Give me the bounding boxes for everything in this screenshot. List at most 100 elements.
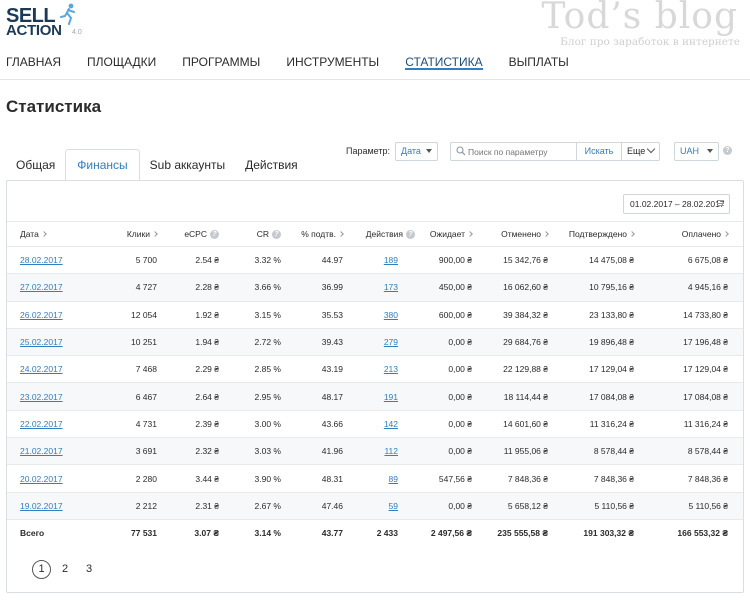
cell-confirmed: 17 084,08 ₴: [589, 391, 634, 402]
page-1-button[interactable]: 1: [32, 559, 51, 579]
date-link[interactable]: 26.02.2017: [20, 310, 63, 320]
actions-link[interactable]: 142: [384, 419, 398, 429]
actions-link[interactable]: 59: [389, 501, 398, 511]
date-link[interactable]: 21.02.2017: [20, 446, 63, 456]
actions-link[interactable]: 213: [384, 364, 398, 374]
help-icon[interactable]: ?: [406, 229, 415, 239]
cell-paid: 17 196,48 ₴: [683, 337, 728, 348]
search-input[interactable]: [468, 144, 573, 159]
col-header-confirm-pct[interactable]: % подтв.: [301, 222, 344, 246]
cell-paid: 5 110,56 ₴: [688, 500, 728, 511]
watermark-subtitle: Блог про заработок в интернете: [560, 36, 740, 48]
tab-general[interactable]: Общая: [6, 150, 65, 181]
date-link[interactable]: 23.02.2017: [20, 392, 63, 402]
sort-arrow-icon: [152, 231, 158, 237]
logo-line-2: ACTION: [6, 22, 62, 39]
cell-ecpc: 2.54 ₴: [195, 255, 219, 266]
cell-actions: 112: [384, 438, 398, 464]
actions-link[interactable]: 189: [384, 255, 398, 265]
help-icon[interactable]: ?: [272, 229, 281, 239]
cell-confirm-pct: 35.53: [321, 309, 343, 320]
cell-actions: 189: [384, 247, 398, 273]
main-nav: ГЛАВНАЯ ПЛОЩАДКИ ПРОГРАММЫ ИНСТРУМЕНТЫ С…: [6, 54, 595, 70]
cell-clicks: 7 468: [135, 364, 157, 375]
actions-link[interactable]: 173: [384, 282, 398, 292]
help-icon[interactable]: ?: [723, 146, 732, 155]
help-icon[interactable]: ?: [210, 229, 219, 239]
nav-item-programs[interactable]: ПРОГРАММЫ: [182, 54, 260, 70]
actions-link[interactable]: 380: [384, 310, 398, 320]
cell-actions: 191: [384, 383, 398, 409]
cell-cr: 2.85 %: [254, 364, 281, 375]
page-2-button[interactable]: 2: [55, 559, 75, 579]
col-header-ecpc[interactable]: eCPC?: [184, 222, 219, 246]
cell-canceled: 29 684,76 ₴: [503, 337, 548, 348]
col-header-actions[interactable]: Действия?: [366, 222, 415, 246]
col-header-cr[interactable]: CR?: [257, 222, 281, 246]
finance-panel: 01.02.2017 – 28.02.2017 Дата Клики eCPC?…: [6, 180, 744, 593]
cell-pending: 0,00 ₴: [448, 446, 472, 457]
col-header-pending[interactable]: Ожидает: [430, 222, 473, 246]
search-button[interactable]: Искать: [576, 142, 621, 161]
watermark-title: Tod’s blog: [541, 0, 738, 37]
cell-paid: 166 553,32 ₴: [677, 528, 728, 539]
col-header-date[interactable]: Дата: [20, 222, 47, 246]
cell-confirm-pct: 43.77: [321, 528, 343, 539]
nav-item-tools[interactable]: ИНСТРУМЕНТЫ: [286, 54, 379, 70]
table-row: 26.02.2017 12 054 1.92 ₴ 3.15 % 35.53 380 600,…: [7, 300, 743, 328]
table-row: 23.02.2017 6 467 2.64 ₴ 2.95 % 48.17 191 0,00 …: [7, 382, 743, 410]
date-link[interactable]: 27.02.2017: [20, 282, 63, 292]
cell-pending: 547,56 ₴: [438, 473, 472, 484]
col-header-canceled[interactable]: Отменено: [501, 222, 549, 246]
cell-date: 21.02.2017: [20, 438, 63, 464]
running-figure-icon: [60, 3, 75, 25]
cell-date: 28.02.2017: [20, 247, 63, 273]
date-link[interactable]: 19.02.2017: [20, 501, 63, 511]
calendar-icon: [717, 200, 724, 206]
date-range-picker[interactable]: 01.02.2017 – 28.02.2017: [623, 194, 730, 214]
nav-item-payouts[interactable]: ВЫПЛАТЫ: [509, 54, 569, 70]
actions-link[interactable]: 112: [384, 446, 398, 456]
table-row: 20.02.2017 2 280 3.44 ₴ 3.90 % 48.31 89 547,56…: [7, 464, 743, 491]
actions-link[interactable]: 279: [384, 337, 398, 347]
cell-clicks: 4 731: [135, 418, 157, 429]
date-link[interactable]: 22.02.2017: [20, 419, 63, 429]
date-link[interactable]: 20.02.2017: [20, 474, 63, 484]
cell-clicks: 6 467: [135, 391, 157, 402]
col-header-clicks[interactable]: Клики: [127, 222, 158, 246]
currency-select[interactable]: UAH: [674, 142, 719, 161]
cell-canceled: 7 848,36 ₴: [507, 473, 548, 484]
top-header: SELL ACTION 4.0 Tod’s blog Блог про зара…: [0, 0, 750, 80]
cell-paid: 4 945,16 ₴: [687, 282, 728, 293]
cell-ecpc: 2.39 ₴: [195, 418, 219, 429]
date-link[interactable]: 25.02.2017: [20, 337, 63, 347]
cell-confirm-pct: 48.17: [321, 391, 343, 402]
date-link[interactable]: 24.02.2017: [20, 364, 63, 374]
cell-canceled: 16 062,60 ₴: [503, 282, 548, 293]
cell-confirmed: 191 303,32 ₴: [583, 528, 634, 539]
more-dropdown[interactable]: Еще: [621, 142, 660, 161]
actions-link[interactable]: 89: [389, 474, 398, 484]
table-row: 22.02.2017 4 731 2.39 ₴ 3.00 % 43.66 142 0,00 …: [7, 409, 743, 437]
cell-clicks: 3 691: [135, 446, 157, 457]
nav-item-home[interactable]: ГЛАВНАЯ: [6, 54, 61, 70]
date-link[interactable]: 28.02.2017: [20, 255, 63, 265]
nav-item-statistics[interactable]: СТАТИСТИКА: [405, 54, 483, 70]
cell-cr: 3.90 %: [254, 473, 281, 484]
cell-actions: 2 433: [376, 528, 398, 539]
tab-sub-accounts[interactable]: Sub аккаунты: [140, 150, 235, 181]
page-3-button[interactable]: 3: [79, 559, 99, 579]
sellaction-logo[interactable]: SELL ACTION 4.0: [6, 3, 86, 39]
nav-item-platforms[interactable]: ПЛОЩАДКИ: [87, 54, 156, 70]
col-header-confirmed[interactable]: Подтверждено: [569, 222, 635, 246]
col-header-paid[interactable]: Оплачено: [682, 222, 729, 246]
tab-finance[interactable]: Финансы: [65, 149, 140, 182]
caret-down-icon: [707, 149, 713, 153]
tab-actions[interactable]: Действия: [235, 150, 308, 181]
cell-date: 26.02.2017: [20, 302, 63, 328]
actions-link[interactable]: 191: [384, 392, 398, 402]
cell-cr: 2.67 %: [254, 500, 281, 511]
logo-version: 4.0: [72, 29, 82, 36]
parameter-select[interactable]: Дата: [395, 142, 438, 161]
search-icon: [456, 146, 466, 156]
